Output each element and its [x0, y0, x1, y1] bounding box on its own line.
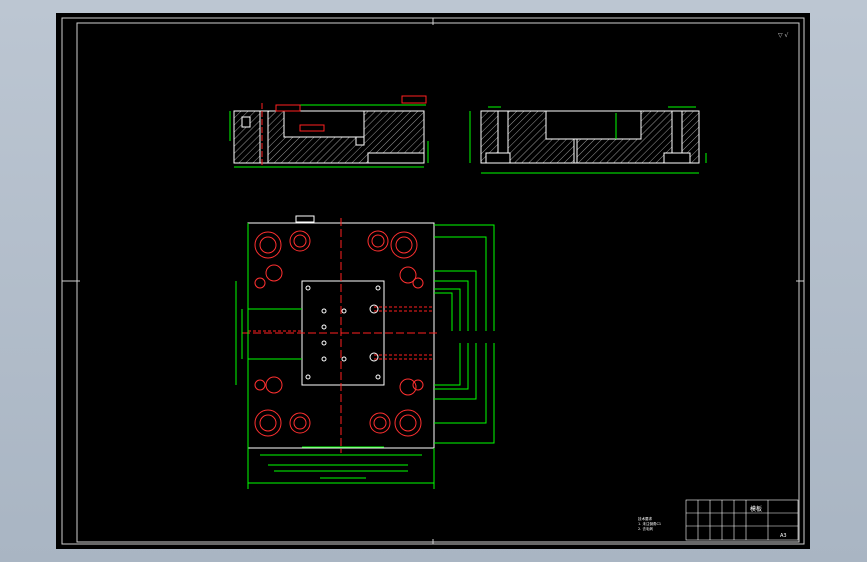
outer-border [61, 17, 805, 545]
title-block-sheet: A3 [780, 533, 787, 539]
cad-viewport[interactable]: ▽ √ 模板 A3 技术要求 1. 未注倒角C1 2. 去毛刺 [56, 13, 810, 549]
title-block-name: 模板 [750, 505, 762, 513]
front-section-view [229, 95, 429, 168]
inner-border [76, 22, 800, 543]
side-section-view [469, 106, 707, 174]
plan-view [235, 215, 495, 489]
note-title: 技术要求 [638, 516, 652, 521]
mold-plate-drawing: ▽ √ 模板 A3 技术要求 1. 未注倒角C1 2. 去毛刺 [61, 17, 805, 545]
note-1: 1. 未注倒角C1 [638, 521, 661, 526]
note-2: 2. 去毛刺 [638, 526, 653, 531]
roughness-mark: ▽ √ [778, 32, 789, 39]
